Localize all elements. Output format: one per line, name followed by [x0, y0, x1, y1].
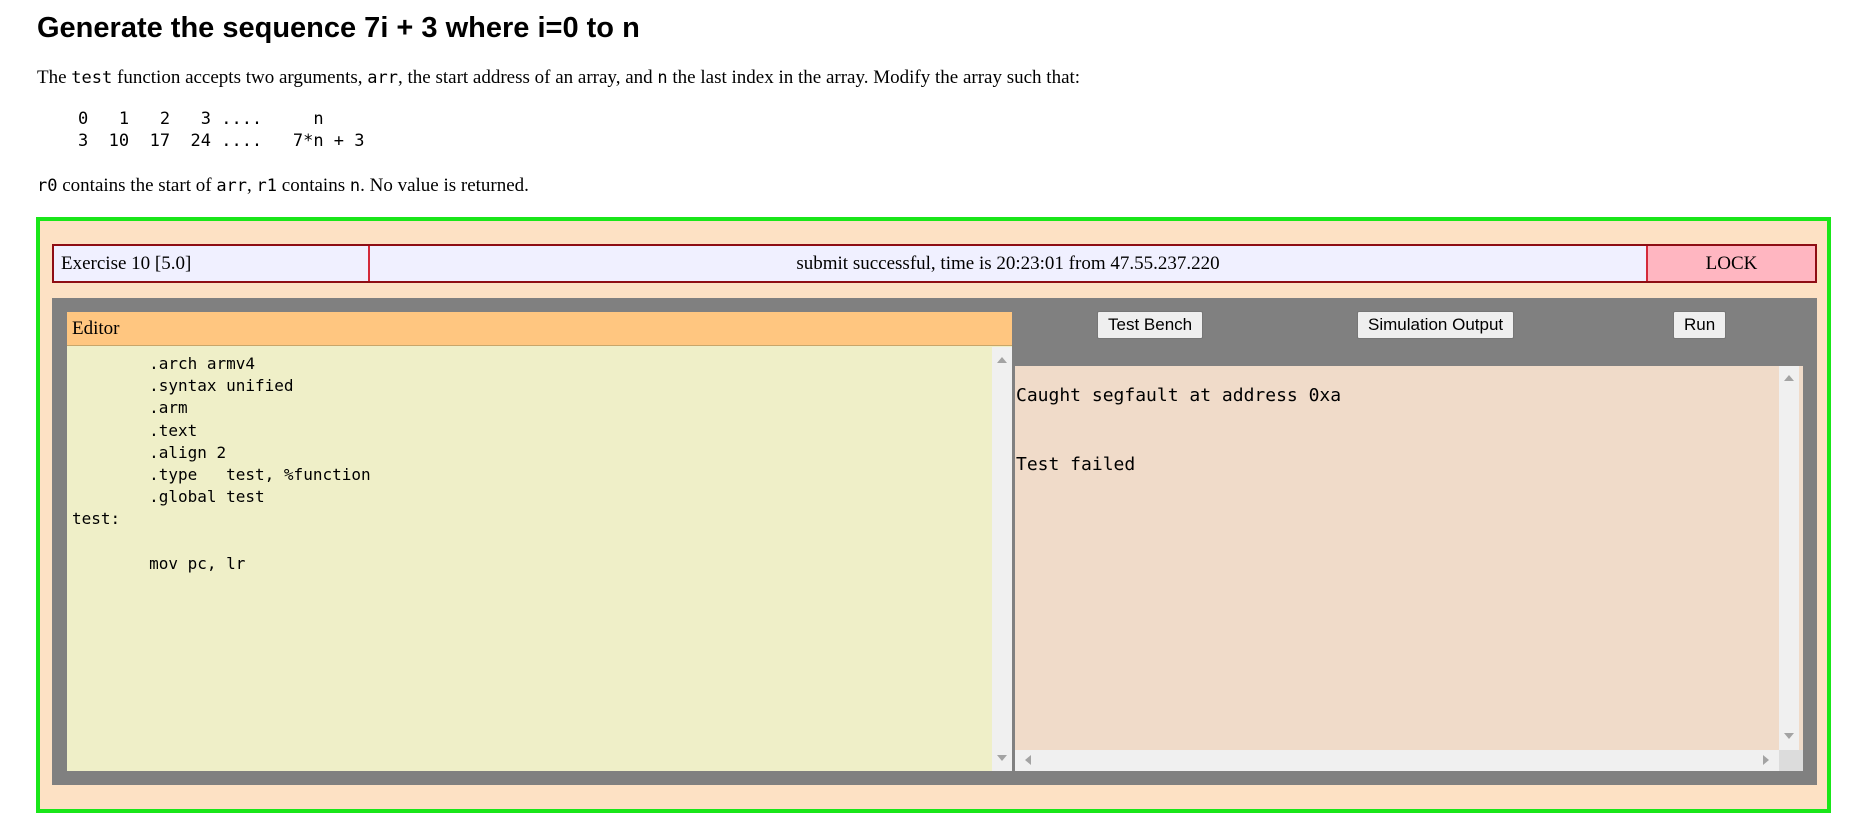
- status-message: submit successful, time is 20:23:01 from…: [370, 246, 1648, 281]
- desc-text: , the start address of an array, and: [398, 67, 658, 88]
- desc-code-fn: test: [71, 68, 113, 88]
- regs-text: ,: [247, 175, 257, 196]
- run-button[interactable]: Run: [1673, 311, 1727, 339]
- editor-pane: Editor .arch armv4 .syntax unified .arm …: [67, 312, 1012, 771]
- regs-text: contains the start of: [57, 175, 217, 196]
- regs-code-arr: arr: [216, 176, 248, 196]
- page-title: Generate the sequence 7i + 3 where i=0 t…: [37, 12, 640, 44]
- code-editor[interactable]: .arch armv4 .syntax unified .arm .text .…: [67, 347, 983, 771]
- scrollbar-corner: [1779, 750, 1803, 771]
- problem-description: The test function accepts two arguments,…: [37, 66, 1080, 90]
- regs-text: contains: [277, 175, 350, 196]
- regs-code-r0: r0: [37, 176, 58, 196]
- sequence-example: 0 1 2 3 .... n 3 10 17 24 .... 7*n + 3: [77, 109, 365, 151]
- output-vertical-scrollbar[interactable]: [1779, 366, 1799, 750]
- regs-text: . No value is returned.: [360, 175, 529, 196]
- output-pane: Caught segfault at address 0xa Test fail…: [1015, 366, 1803, 771]
- scroll-right-icon[interactable]: [1763, 755, 1769, 765]
- exercise-label: Exercise 10 [5.0]: [54, 246, 370, 281]
- desc-text: function accepts two arguments,: [112, 67, 368, 88]
- simulation-output-button[interactable]: Simulation Output: [1357, 311, 1515, 339]
- scroll-up-icon[interactable]: [1784, 375, 1794, 381]
- editor-header: Editor: [67, 312, 1012, 346]
- lock-button[interactable]: LOCK: [1648, 246, 1815, 281]
- editor-scrollbar[interactable]: [992, 347, 1012, 771]
- register-description: r0 contains the start of arr, r1 contain…: [37, 174, 529, 198]
- test-bench-button[interactable]: Test Bench: [1097, 311, 1204, 339]
- scroll-up-icon[interactable]: [997, 357, 1007, 363]
- regs-code-n: n: [349, 176, 361, 196]
- desc-text: The: [37, 67, 72, 88]
- work-area: Editor .arch armv4 .syntax unified .arm …: [52, 298, 1817, 785]
- simulation-output-text: Caught segfault at address 0xa Test fail…: [1016, 385, 1342, 475]
- desc-code-arr: arr: [367, 68, 398, 88]
- regs-code-r1: r1: [256, 176, 278, 196]
- desc-code-n: n: [657, 68, 668, 88]
- desc-text: the last index in the array. Modify the …: [667, 67, 1081, 88]
- status-bar: Exercise 10 [5.0] submit successful, tim…: [52, 244, 1817, 283]
- output-horizontal-scrollbar[interactable]: [1015, 750, 1779, 771]
- scroll-left-icon[interactable]: [1025, 755, 1031, 765]
- scroll-down-icon[interactable]: [1784, 733, 1794, 739]
- scroll-down-icon[interactable]: [997, 755, 1007, 761]
